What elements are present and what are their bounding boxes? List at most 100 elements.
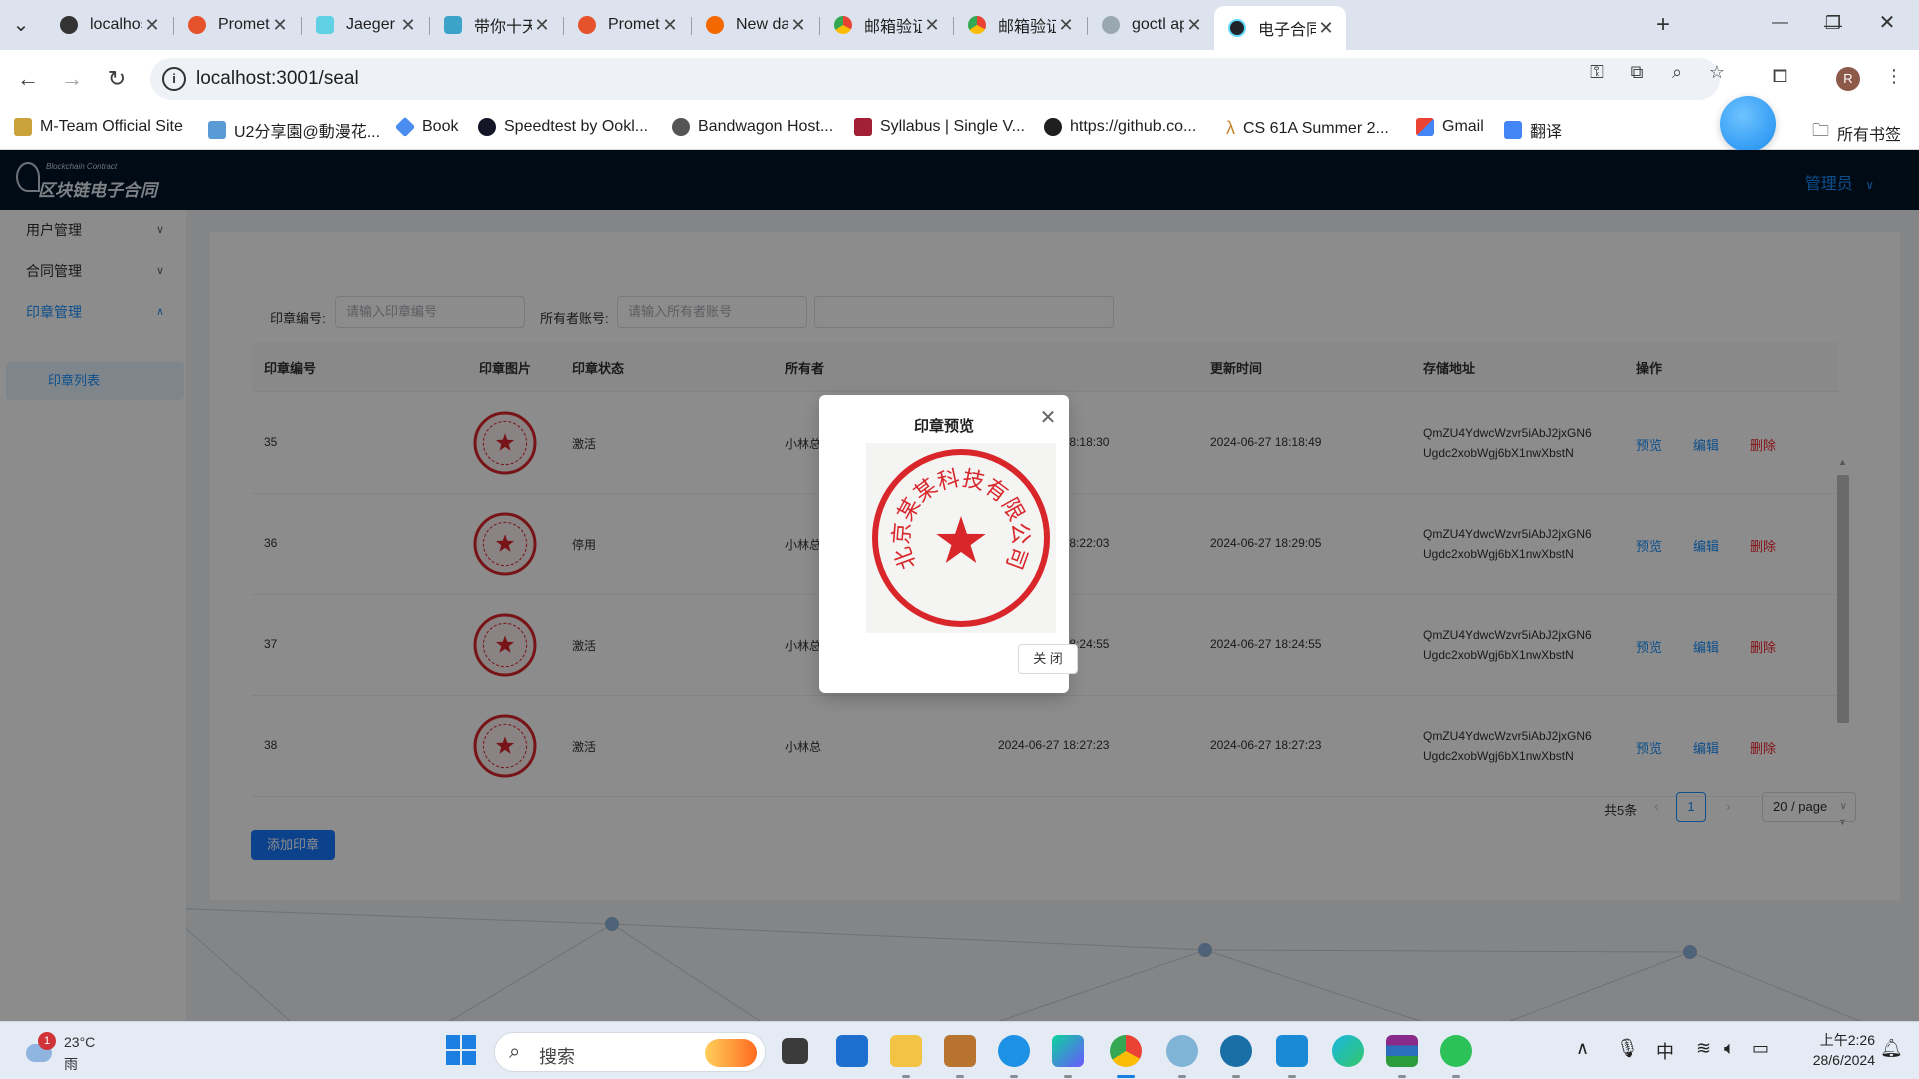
password-key-icon[interactable]: ⚿ [1584,59,1610,85]
file-explorer-icon[interactable] [890,1035,922,1067]
taskbar-search[interactable]: ⌕ 搜索 [494,1032,766,1072]
close-icon[interactable]: ✕ [270,15,290,36]
notification-bell-icon[interactable]: 🔔︎ [1880,1038,1903,1059]
chrome-icon[interactable] [1110,1035,1142,1067]
close-icon[interactable]: ✕ [788,15,808,36]
goland-icon[interactable] [1052,1035,1084,1067]
edge-icon[interactable] [1332,1035,1364,1067]
weather-desc: 雨 [64,1056,78,1072]
bookmark-syllabus[interactable]: Syllabus | Single V... [854,118,1025,136]
svg-text:司: 司 [1000,543,1031,572]
speedtest-icon [478,118,496,136]
site-info-icon[interactable]: i [162,67,186,91]
win-tile [446,1051,460,1065]
tab-prometheus-2[interactable]: Promethe ✕ [564,8,690,42]
zoom-icon[interactable]: ⌕ [1664,59,1690,85]
tab-localhost[interactable]: localhost ✕ [46,8,172,42]
battery-icon[interactable]: ▭ [1752,1038,1769,1059]
github-icon [1044,118,1062,136]
vim-icon[interactable] [1220,1035,1252,1067]
tab-contract-app[interactable]: 电子合同系 ✕ [1214,6,1346,50]
bookmark-speedtest[interactable]: Speedtest by Ookl... [478,118,648,136]
profile-avatar[interactable]: R [1836,67,1860,91]
tab-course[interactable]: 带你十天轻 ✕ [430,8,562,42]
wechat-icon[interactable] [1440,1035,1472,1067]
back-arrow-icon[interactable]: ← [12,63,44,95]
volume-icon[interactable]: 🔈︎ [1724,1038,1735,1059]
store-icon[interactable] [836,1035,868,1067]
bookmark-translate[interactable]: 翻译 [1504,118,1562,142]
chevron-up-icon[interactable]: ∧ [1576,1038,1589,1059]
close-icon[interactable]: ✕ [922,15,942,36]
start-windows-icon[interactable] [446,1035,476,1065]
tab-list-dropdown-icon[interactable]: ⌄ [6,10,36,40]
browser-tab-bar: ⌄ localhost ✕ Promethe ✕ Jaeger UI ✕ 带你十… [0,0,1919,50]
open-in-app-icon[interactable]: ⧉ [1624,59,1650,85]
mteam-icon [14,118,32,136]
restore-button[interactable]: ❐ [1818,8,1848,38]
tab-email-2[interactable]: 邮箱验证码 ✕ [954,8,1086,42]
bookmark-book[interactable]: Book [394,116,458,138]
tab-prometheus-1[interactable]: Promethe ✕ [174,8,300,42]
wifi-icon[interactable]: ≋ [1696,1038,1711,1059]
microphone-icon[interactable]: 🎙︎ [1616,1038,1639,1059]
close-icon[interactable]: ✕ [532,15,552,36]
running-indicator [1178,1075,1186,1078]
jaeger-favicon-icon [316,16,334,34]
close-icon[interactable]: ✕ [1037,407,1059,429]
weather-widget[interactable]: 1 23°C 雨 [18,1030,128,1074]
prometheus-favicon-icon [578,16,596,34]
close-icon[interactable]: ✕ [1056,15,1076,36]
close-icon[interactable]: ✕ [1184,15,1204,36]
close-modal-button[interactable]: 关 闭 [1018,644,1078,674]
bookmark-cs61a[interactable]: λ CS 61A Summer 2... [1226,118,1389,139]
bookmark-github[interactable]: https://github.co... [1044,118,1196,136]
close-window-button[interactable]: ✕ [1872,8,1902,38]
ime-indicator[interactable]: 中 [1656,1038,1674,1064]
modal-title: 印章预览 [913,418,974,435]
running-indicator [1452,1075,1460,1078]
win-tile [462,1051,476,1065]
lambda-icon: λ [1226,118,1235,138]
svg-text:京: 京 [889,522,916,546]
globe-icon [672,118,690,136]
grafana-favicon-icon [706,16,724,34]
package-app-icon[interactable] [944,1035,976,1067]
bookmark-bandwagon[interactable]: Bandwagon Host... [672,118,833,136]
svg-text:科: 科 [935,466,962,495]
reload-icon[interactable]: ↻ [101,63,133,95]
goctl-favicon-icon [1102,16,1120,34]
minimize-button[interactable]: — [1765,8,1795,38]
running-indicator [1288,1075,1296,1078]
vscode-icon[interactable] [1276,1035,1308,1067]
network-app-icon[interactable] [1166,1035,1198,1067]
doc-favicon-icon [444,16,462,34]
docker-icon[interactable] [998,1035,1030,1067]
close-icon[interactable]: ✕ [398,15,418,36]
url-text[interactable]: localhost:3001/seal [196,68,359,90]
new-tab-plus-icon[interactable]: + [1648,10,1678,40]
forward-arrow-icon[interactable]: → [56,63,88,95]
url-omnibox[interactable]: i localhost:3001/seal [150,58,1720,100]
close-icon[interactable]: ✕ [660,15,680,36]
floating-translate-bubble-icon[interactable] [1720,96,1776,152]
close-icon[interactable]: ✕ [1316,18,1336,39]
bookmark-mteam[interactable]: M-Team Official Site [14,118,183,136]
extensions-puzzle-icon[interactable]: ⧠ [1767,63,1793,89]
tab-email-1[interactable]: 邮箱验证码 ✕ [820,8,952,42]
winrar-icon[interactable] [1386,1035,1418,1067]
bookmark-gmail[interactable]: Gmail [1416,118,1484,136]
tab-jaeger[interactable]: Jaeger UI ✕ [302,8,428,42]
tab-grafana[interactable]: New dash ✕ [692,8,818,42]
search-icon: ⌕ [509,1041,521,1063]
all-bookmarks[interactable]: 🗀 所有书签 [1812,118,1901,147]
close-icon[interactable]: ✕ [142,15,162,36]
more-menu-icon[interactable]: ⋮ [1881,63,1907,89]
bookmark-u2[interactable]: U2分享園@動漫花... [208,118,380,142]
svg-text:公: 公 [1006,522,1033,546]
running-indicator [956,1075,964,1078]
tab-goctl[interactable]: goctl api ✕ [1088,8,1214,42]
task-view-icon[interactable] [782,1038,808,1064]
system-clock[interactable]: 上午2:26 28/6/2024 [1785,1030,1875,1070]
bookmark-star-icon[interactable]: ☆ [1704,59,1730,85]
